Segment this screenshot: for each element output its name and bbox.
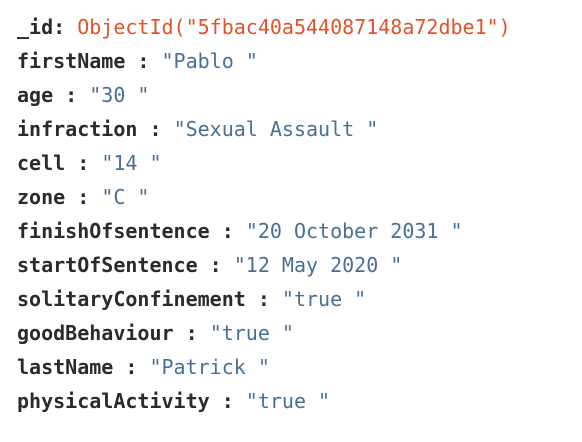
field-row-finishofsentence: finishOfsentence : "20 October 2031 " [17,214,582,248]
field-value: "true " [245,389,331,413]
field-value: "30 " [89,83,150,107]
field-separator: : [173,321,198,345]
document-view: _id: ObjectId("5fbac40a544087148a72dbe1"… [0,0,582,442]
field-row-physicalactivity: physicalActivity : "true " [17,384,582,418]
field-separator: : [245,287,270,311]
field-row-cell: cell : "14 " [17,146,582,180]
field-key: firstName [17,49,126,73]
field-row-id: _id: ObjectId("5fbac40a544087148a72dbe1"… [17,10,582,44]
field-row-goodbehaviour: goodBehaviour : "true " [17,316,582,350]
field-key: _id [17,15,54,39]
field-separator: : [65,185,90,209]
field-row-solitaryconfinement: solitaryConfinement : "true " [17,282,582,316]
field-key: physicalActivity [17,389,210,413]
field-separator: : [53,15,66,39]
field-value: "Sexual Assault " [173,117,379,141]
field-key: goodBehaviour [17,321,174,345]
field-row-age: age : "30 " [17,78,582,112]
field-row-startofsentence: startOfSentence : "12 May 2020 " [17,248,582,282]
field-separator: : [113,355,138,379]
field-separator: : [209,219,234,243]
field-separator: : [53,83,78,107]
field-value: "14 " [101,151,162,175]
field-value: "C " [101,185,150,209]
field-separator: : [209,389,234,413]
field-value: "20 October 2031 " [245,219,463,243]
field-key: zone [17,185,66,209]
field-separator: : [125,49,150,73]
field-key: solitaryConfinement [17,287,246,311]
field-value: "Pablo " [161,49,258,73]
field-key: infraction [17,117,138,141]
field-value: "true " [209,321,294,345]
object-id-value: ObjectId("5fbac40a544087148a72dbe1") [77,15,511,39]
field-row-infraction: infraction : "Sexual Assault " [17,112,582,146]
field-key: lastName [17,355,114,379]
field-key: cell [17,151,66,175]
field-row-lastname: lastName : "Patrick " [17,350,582,384]
field-key: finishOfsentence [17,219,210,243]
field-key: age [17,83,54,107]
field-separator: : [137,117,162,141]
field-row-firstname: firstName : "Pablo " [17,44,582,78]
field-row-zone: zone : "C " [17,180,582,214]
field-value: "true " [281,287,367,311]
field-separator: : [197,253,222,277]
field-separator: : [65,151,90,175]
field-value: "Patrick " [149,355,270,379]
field-value: "12 May 2020 " [233,253,403,277]
field-key: startOfSentence [17,253,198,277]
